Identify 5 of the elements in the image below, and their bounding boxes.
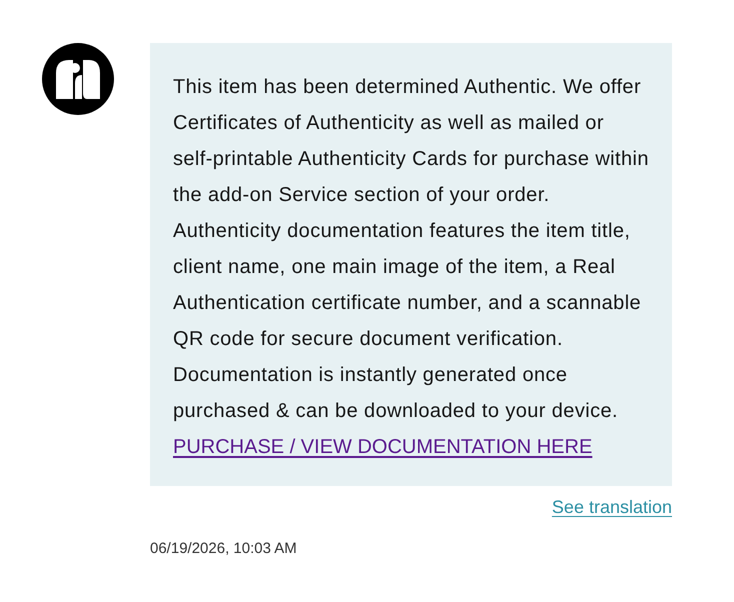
logo-icon: [42, 43, 114, 115]
message-text: This item has been determined Authentic. We offer Certificates of Authenticity as well as mailed or self-printable Authenticity Cards for purchase within the add-on Service section of your order. Authenticity documentation features the item title, client name, one main image of the item, a Real Authentication certificate number, and a scannable QR code for secure document verification. Documentation is instantly generated once purchased & can be downloaded to your device. PURCHASE / VIEW DOCUMENTATION HERE: [173, 75, 649, 460]
see-translation-link[interactable]: See translation: [552, 494, 672, 521]
documentation-link[interactable]: PURCHASE / VIEW DOCUMENTATION HERE: [173, 436, 592, 458]
message-timestamp: 06/19/2026, 10:03 AM: [150, 540, 297, 557]
